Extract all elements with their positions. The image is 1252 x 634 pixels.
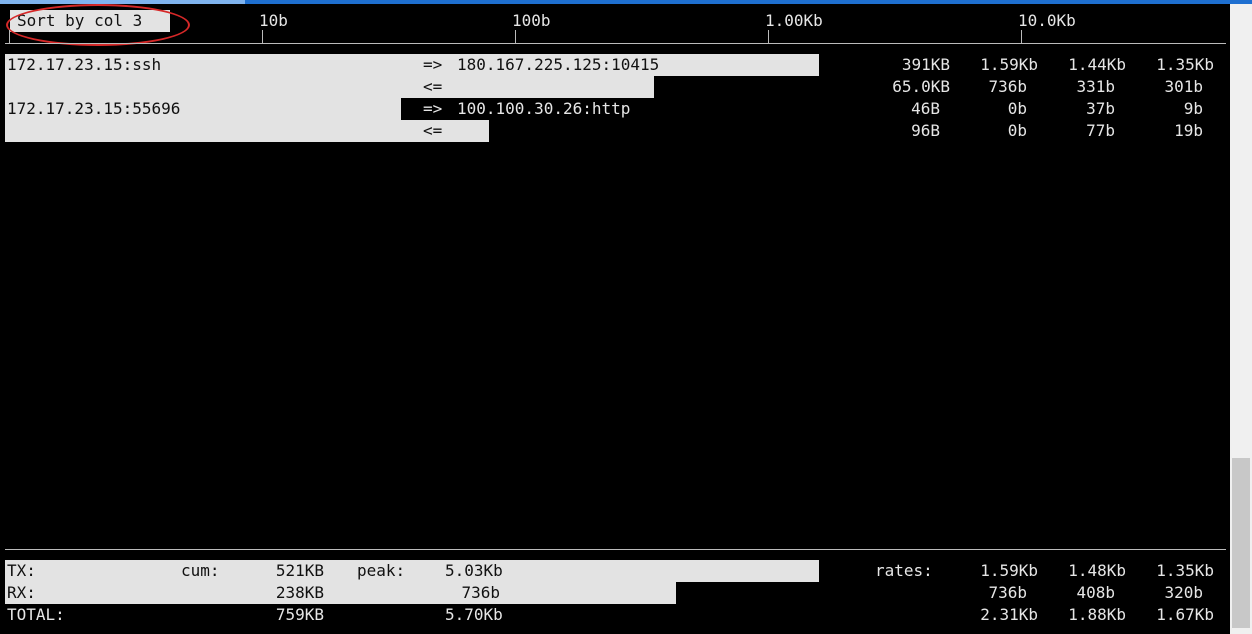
total-rate-40s: 1.67Kb <box>1156 605 1214 624</box>
direction-out-arrow: => <box>423 55 443 74</box>
rx-rate-40s: 301b <box>1164 77 1203 96</box>
scale-tick <box>9 30 10 43</box>
direction-in-arrow: <= <box>423 121 443 140</box>
rx-rate-40s: 19b <box>1174 121 1203 140</box>
rx-total-cumulative: 238KB <box>275 583 324 602</box>
rx-peak: 736b <box>461 583 500 602</box>
tx-rate-2s: 0b <box>1007 99 1027 118</box>
tx-cumulative: 391KB <box>901 55 950 74</box>
tx-total-cumulative: 521KB <box>275 561 324 580</box>
total-peak: 5.70Kb <box>445 605 503 624</box>
rates-label: rates: <box>875 561 933 580</box>
traffic-bar-rx <box>5 76 654 98</box>
tx-peak: 5.03Kb <box>445 561 503 580</box>
rx-label: RX: <box>7 583 36 602</box>
direction-in-arrow: <= <box>423 77 443 96</box>
rx-rate-2s: 0b <box>1007 121 1027 140</box>
total-cumulative: 759KB <box>275 605 324 624</box>
scale-label: 10.0Kb <box>1018 11 1076 30</box>
scrollbar-thumb[interactable] <box>1232 458 1250 628</box>
total-rate-2s: 2.31Kb <box>980 605 1038 624</box>
connection-remote-host[interactable]: 180.167.225.125:10415 <box>457 54 659 76</box>
cum-label: cum: <box>181 561 220 580</box>
rx-total-rate-40s: 320b <box>1164 583 1203 602</box>
connection-local-host[interactable]: 172.17.23.15:55696 <box>7 98 180 120</box>
scale-label: 100b <box>512 11 551 30</box>
tx-rate-10s: 1.44Kb <box>1068 55 1126 74</box>
rx-cumulative: 65.0KB <box>892 77 950 96</box>
rx-total-rate-10s: 408b <box>1076 583 1115 602</box>
tx-cumulative: 46B <box>911 99 940 118</box>
peak-label: peak: <box>357 561 406 580</box>
active-tab-indicator <box>0 0 245 4</box>
tx-label: TX: <box>7 561 36 580</box>
total-label: TOTAL: <box>7 605 65 624</box>
connection-remote-host[interactable]: 100.100.30.26:http <box>457 98 630 120</box>
tx-rate-2s: 1.59Kb <box>980 55 1038 74</box>
scale-label: 1.00Kb <box>765 11 823 30</box>
scale-label: 10b <box>259 11 288 30</box>
total-bar-rx <box>5 582 676 604</box>
rx-rate-2s: 736b <box>988 77 1027 96</box>
tx-total-rate-40s: 1.35Kb <box>1156 561 1214 580</box>
annotation-circle <box>6 4 190 46</box>
total-rate-10s: 1.88Kb <box>1068 605 1126 624</box>
connection-local-host[interactable]: 172.17.23.15:ssh <box>7 54 161 76</box>
direction-out-arrow: => <box>423 99 443 118</box>
rx-total-rate-2s: 736b <box>988 583 1027 602</box>
rx-cumulative: 96B <box>911 121 940 140</box>
totals-divider <box>5 549 1226 550</box>
rx-rate-10s: 77b <box>1086 121 1115 140</box>
tx-total-rate-2s: 1.59Kb <box>980 561 1038 580</box>
window-top-border <box>0 0 1252 4</box>
tx-rate-10s: 37b <box>1086 99 1115 118</box>
scale-axis <box>5 43 1226 44</box>
tx-total-rate-10s: 1.48Kb <box>1068 561 1126 580</box>
tx-rate-40s: 1.35Kb <box>1156 55 1214 74</box>
tx-rate-40s: 9b <box>1183 99 1203 118</box>
rx-rate-10s: 331b <box>1076 77 1115 96</box>
traffic-bar-rx <box>5 120 489 142</box>
total-bar-tx <box>5 560 819 582</box>
